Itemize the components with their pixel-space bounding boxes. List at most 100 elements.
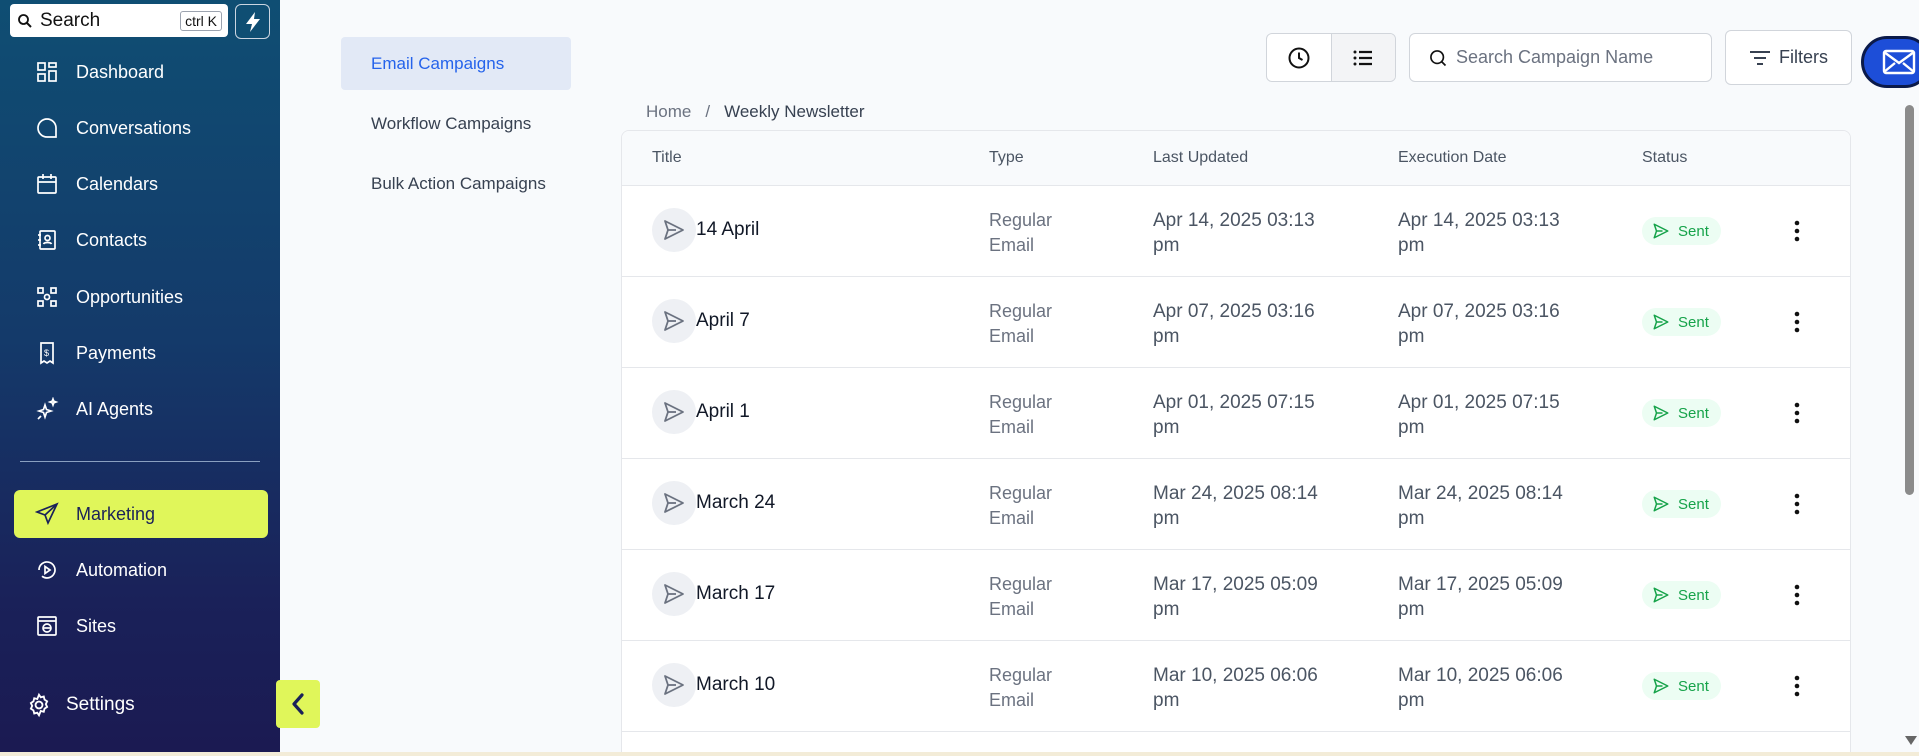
type-cell: Regular Email <box>989 392 1053 437</box>
status-badge: Sent <box>1642 308 1721 336</box>
campaign-title[interactable]: March 24 <box>696 492 775 514</box>
status-label: Sent <box>1678 586 1709 604</box>
column-header-title[interactable]: Title <box>652 149 682 167</box>
title-cell[interactable]: March 17 <box>652 572 775 616</box>
row-actions-button[interactable] <box>1782 671 1812 701</box>
table-header: Title Type Last Updated Execution Date S… <box>622 131 1850 186</box>
title-cell[interactable]: April 1 <box>652 390 750 434</box>
sidebar-item-label: Payments <box>76 342 157 363</box>
automation-icon <box>34 557 60 583</box>
breadcrumb-home[interactable]: Home <box>646 102 691 122</box>
sidebar-item-label: Dashboard <box>76 61 165 82</box>
send-icon <box>1653 587 1669 603</box>
sidebar-item-opportunities[interactable]: Opportunities <box>14 273 268 321</box>
status-badge: Sent <box>1642 217 1721 245</box>
type-cell: Regular Email <box>989 210 1053 255</box>
sidebar-item-automation[interactable]: Automation <box>14 546 268 594</box>
execution-date-cell: Mar 17, 2025 05:09 pm <box>1398 574 1563 620</box>
bottom-strip <box>0 752 1919 756</box>
last-updated-cell: Apr 14, 2025 03:13 pm <box>1153 210 1315 256</box>
campaign-search-input[interactable] <box>1456 47 1696 68</box>
scrollbar-thumb[interactable] <box>1905 105 1914 495</box>
column-header-type[interactable]: Type <box>989 149 1024 167</box>
sidebar-item-contacts[interactable]: Contacts <box>14 216 268 264</box>
type-cell: Regular Email <box>989 483 1053 528</box>
send-icon <box>1653 314 1669 330</box>
history-view-button[interactable] <box>1267 34 1331 81</box>
quick-actions-button[interactable] <box>235 4 270 39</box>
subnav-label: Workflow Campaigns <box>371 113 532 133</box>
search-box[interactable]: Search ctrl K <box>10 4 228 37</box>
table-row[interactable]: March 17 Regular Email Mar 17, 2025 05:09… <box>622 550 1850 641</box>
sidebar-item-label: Contacts <box>76 229 148 250</box>
scroll-down-arrow-icon[interactable] <box>1905 736 1917 745</box>
send-icon <box>652 572 696 616</box>
title-cell[interactable]: March 24 <box>652 481 775 525</box>
sidebar-divider <box>20 461 260 462</box>
table-row[interactable]: 14 April Regular Email Apr 14, 2025 03:13… <box>622 186 1850 277</box>
column-header-status[interactable]: Status <box>1642 149 1687 167</box>
status-badge: Sent <box>1642 581 1721 609</box>
table-row[interactable]: April 1 Regular Email Apr 01, 2025 07:15 p… <box>622 368 1850 459</box>
breadcrumb: Home / Weekly Newsletter <box>646 102 865 122</box>
table-row[interactable]: March 10 Regular Email Mar 10, 2025 06:06… <box>622 641 1850 732</box>
send-icon <box>652 481 696 525</box>
execution-date-cell: Mar 24, 2025 08:14 pm <box>1398 483 1563 529</box>
column-header-last-updated[interactable]: Last Updated <box>1153 149 1248 167</box>
row-actions-button[interactable] <box>1782 307 1812 337</box>
campaign-search-field[interactable] <box>1409 33 1712 82</box>
sidebar-item-ai-agents[interactable]: AI Agents <box>14 385 268 433</box>
subnav-email-campaigns[interactable]: Email Campaigns <box>341 37 571 90</box>
opportunities-icon <box>34 284 60 310</box>
sidebar-item-conversations[interactable]: Conversations <box>14 104 268 152</box>
title-cell[interactable]: March 10 <box>652 663 775 707</box>
row-actions-button[interactable] <box>1782 398 1812 428</box>
table-row[interactable]: March 24 Regular Email Mar 24, 2025 08:14… <box>622 459 1850 550</box>
sidebar-item-label: Automation <box>76 559 168 580</box>
settings-label: Settings <box>66 694 135 715</box>
kebab-menu-icon <box>1794 311 1800 333</box>
subnav-workflow-campaigns[interactable]: Workflow Campaigns <box>341 97 571 150</box>
sidebar-item-label: Sites <box>76 615 117 636</box>
sidebar-item-payments[interactable]: $ Payments <box>14 329 268 377</box>
send-icon <box>1653 678 1669 694</box>
status-badge: Sent <box>1642 399 1721 427</box>
last-updated-cell: Apr 01, 2025 07:15 pm <box>1153 392 1315 438</box>
sidebar-item-calendars[interactable]: Calendars <box>14 160 268 208</box>
row-actions-button[interactable] <box>1782 580 1812 610</box>
campaign-title[interactable]: April 1 <box>696 401 750 423</box>
clock-icon <box>1288 47 1310 68</box>
table-row[interactable]: April 7 Regular Email Apr 07, 2025 03:16 p… <box>622 277 1850 368</box>
type-cell: Regular Email <box>989 574 1053 619</box>
list-view-button[interactable] <box>1330 34 1395 81</box>
sidebar-item-marketing[interactable]: Marketing <box>14 490 268 538</box>
row-actions-button[interactable] <box>1782 216 1812 246</box>
column-header-execution-date[interactable]: Execution Date <box>1398 149 1507 167</box>
list-icon <box>1353 50 1373 65</box>
title-cell[interactable]: 14 April <box>652 208 759 252</box>
search-icon <box>18 13 32 28</box>
sparkle-icon <box>34 396 60 422</box>
view-toggle <box>1266 33 1396 82</box>
last-updated-cell: Mar 24, 2025 08:14 pm <box>1153 483 1318 529</box>
sidebar-item-label: Marketing <box>76 503 156 524</box>
campaign-title[interactable]: March 10 <box>696 674 775 696</box>
row-actions-button[interactable] <box>1782 489 1812 519</box>
sidebar-item-dashboard[interactable]: Dashboard <box>14 48 268 96</box>
status-badge: Sent <box>1642 490 1721 518</box>
sidebar-item-sites[interactable]: Sites <box>14 602 268 650</box>
campaign-title[interactable]: April 7 <box>696 310 750 332</box>
last-updated-cell: Apr 07, 2025 03:16 pm <box>1153 301 1315 347</box>
email-builder-button[interactable] <box>1861 36 1919 88</box>
send-icon <box>1653 223 1669 239</box>
filters-button[interactable]: Filters <box>1725 30 1852 85</box>
campaign-title[interactable]: 14 April <box>696 219 759 241</box>
campaign-title[interactable]: March 17 <box>696 583 775 605</box>
title-cell[interactable]: April 7 <box>652 299 750 343</box>
subnav-bulk-action-campaigns[interactable]: Bulk Action Campaigns <box>341 157 571 210</box>
breadcrumb-separator: / <box>705 102 711 121</box>
collapse-sidebar-button[interactable] <box>276 680 320 728</box>
search-label: Search <box>40 9 101 31</box>
campaigns-table: Title Type Last Updated Execution Date S… <box>621 130 1851 756</box>
sidebar-item-settings[interactable]: Settings <box>26 692 135 718</box>
